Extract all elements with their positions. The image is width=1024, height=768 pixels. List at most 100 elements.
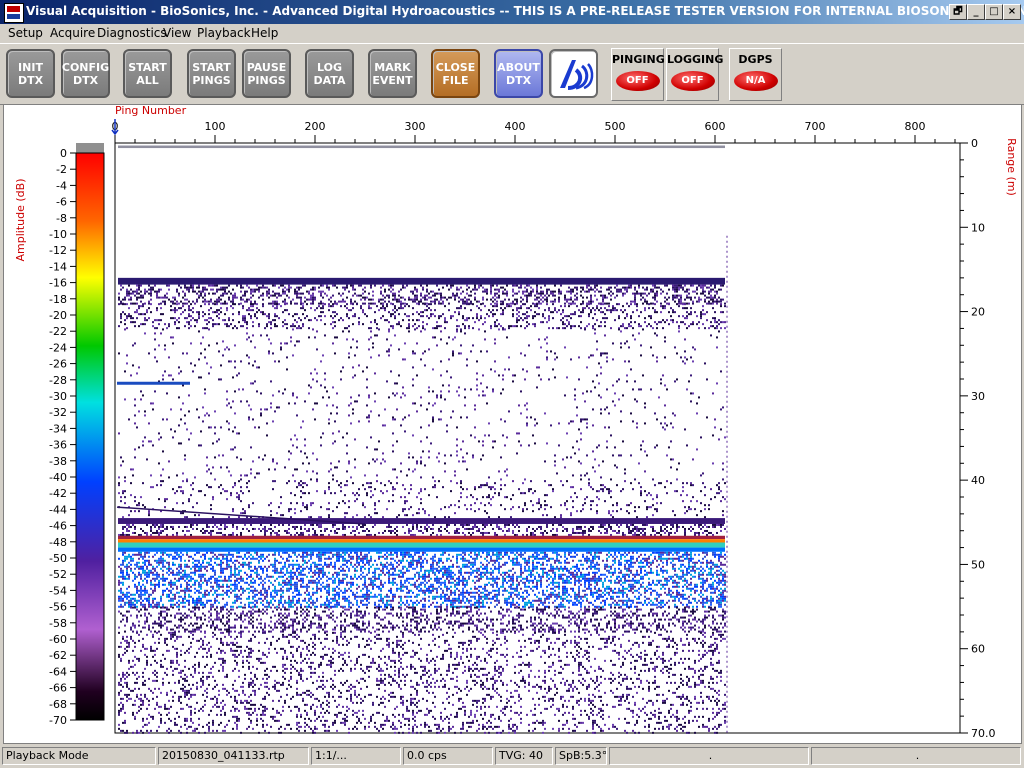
close-file-button[interactable]: CLOSE FILE — [431, 49, 480, 98]
echo-sample — [722, 311, 724, 314]
echo-sample — [130, 302, 132, 305]
echo-sample — [474, 525, 476, 528]
echo-sample — [706, 378, 708, 381]
echo-sample — [202, 288, 204, 291]
echo-sample — [332, 317, 334, 320]
echo-sample — [522, 290, 524, 293]
echo-sample — [618, 525, 620, 528]
echogram-panel[interactable]: Amplitude (dB) 0 -2 -4 -6 -8 -10 -12 -14 -16 -18-… — [3, 104, 1022, 744]
echo-sample — [342, 559, 344, 562]
echo-sample — [176, 531, 178, 534]
echo-sample — [206, 551, 208, 554]
log-data-button[interactable]: LOG DATA — [305, 49, 354, 98]
maximize-button[interactable]: □ — [985, 4, 1003, 20]
echo-sample — [304, 317, 306, 320]
echo-sample — [508, 555, 510, 558]
echo-sample — [424, 298, 426, 301]
init-dtx-button[interactable]: INIT DTX — [6, 49, 55, 98]
echo-sample — [572, 500, 574, 503]
echo-sample — [516, 559, 518, 562]
echo-sample — [222, 557, 224, 560]
echo-sample — [224, 557, 226, 560]
echo-sample — [408, 555, 410, 558]
minimize-button[interactable]: _ — [967, 4, 985, 20]
echo-sample — [192, 317, 194, 320]
echo-sample — [352, 525, 354, 528]
echo-sample — [298, 533, 300, 536]
echo-sample — [468, 327, 470, 330]
echo-sample — [370, 298, 372, 301]
echo-sample — [168, 476, 170, 479]
echo-sample — [700, 311, 702, 314]
echo-sample — [346, 286, 348, 289]
echo-sample — [496, 555, 498, 558]
echo-sample — [464, 533, 466, 536]
menu-playback[interactable]: Playback — [197, 26, 251, 40]
echo-sample — [210, 298, 212, 301]
echo-sample — [206, 323, 208, 326]
echo-sample — [438, 288, 440, 291]
menu-view[interactable]: View — [163, 26, 191, 40]
mark-event-button[interactable]: MARK EVENT — [368, 49, 417, 98]
echo-sample — [486, 553, 488, 556]
menu-diagnostics[interactable]: Diagnostics — [97, 26, 167, 40]
echo-sample — [624, 472, 626, 475]
echo-sample — [658, 553, 660, 556]
echo-sample — [488, 309, 490, 312]
echo-sample — [702, 288, 704, 291]
echo-sample — [130, 292, 132, 295]
echo-sample — [720, 555, 722, 558]
echo-sample — [572, 506, 574, 509]
echo-sample — [132, 557, 134, 560]
start-all-button[interactable]: START ALL — [123, 49, 172, 98]
echo-sample — [690, 525, 692, 528]
echo-sample — [492, 390, 494, 393]
echo-sample — [250, 309, 252, 312]
echo-sample — [540, 506, 542, 509]
biosonics-logo-icon[interactable] — [549, 49, 598, 98]
echo-sample — [664, 284, 666, 287]
echo-sample — [538, 525, 540, 528]
config-dtx-button[interactable]: CONFIG DTX — [61, 49, 110, 98]
menu-setup[interactable]: Setup — [8, 26, 43, 40]
echo-sample — [310, 386, 312, 389]
echo-sample — [170, 317, 172, 320]
echo-sample — [252, 364, 254, 367]
echo-sample — [232, 531, 234, 534]
echo-sample — [614, 392, 616, 395]
amplitude-tick-label: -22 — [49, 325, 67, 338]
echo-sample — [568, 422, 570, 425]
pause-pings-button[interactable]: PAUSE PINGS — [242, 49, 291, 98]
close-button[interactable]: × — [1003, 4, 1021, 20]
echo-sample — [582, 300, 584, 303]
echo-sample — [124, 555, 126, 558]
restore-icon[interactable]: 🗗 — [949, 4, 967, 20]
echo-sample — [264, 529, 266, 532]
echo-sample — [218, 454, 220, 457]
echo-sample — [464, 307, 466, 310]
echo-sample — [516, 284, 518, 287]
menu-help[interactable]: Help — [251, 26, 278, 40]
echo-sample — [210, 559, 212, 562]
echo-sample — [600, 551, 602, 554]
about-dtx-button[interactable]: ABOUT DTX — [494, 49, 543, 98]
echo-sample — [202, 327, 204, 330]
echo-sample — [578, 356, 580, 359]
echogram-plot-area[interactable] — [114, 142, 961, 734]
dgps-state: N/A — [733, 71, 778, 91]
echo-sample — [582, 307, 584, 310]
echo-sample — [444, 470, 446, 473]
start-pings-button[interactable]: START PINGS — [187, 49, 236, 98]
echo-sample — [242, 492, 244, 495]
echo-sample — [236, 533, 238, 536]
amplitude-tick-label: -70 — [49, 714, 67, 727]
echo-sample — [304, 452, 306, 455]
echo-sample — [676, 286, 678, 289]
echo-sample — [642, 529, 644, 532]
dtx-app-icon[interactable] — [4, 3, 24, 23]
echo-sample — [714, 523, 716, 526]
echo-sample — [356, 514, 358, 517]
echo-sample — [160, 523, 162, 526]
echo-sample — [622, 440, 624, 443]
menu-acquire[interactable]: Acquire — [50, 26, 95, 40]
